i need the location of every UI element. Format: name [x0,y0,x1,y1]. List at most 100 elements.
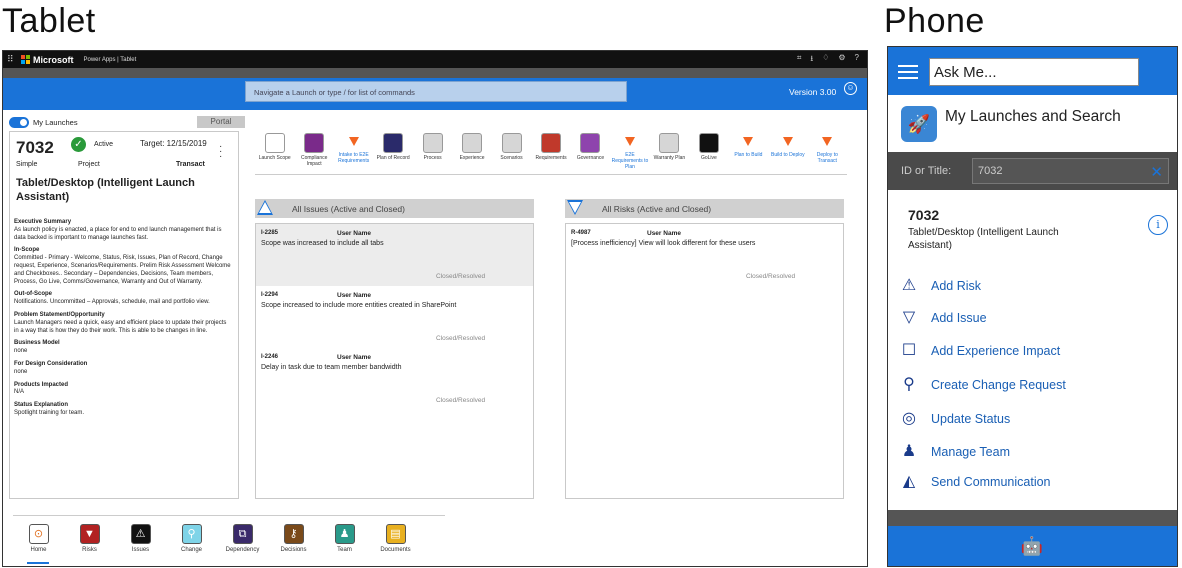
action-send-communication[interactable]: ◭ Send Communication [898,471,1168,495]
info-icon[interactable]: i [1148,215,1168,235]
section-body: Spotlight training for team. [14,409,85,416]
stage-arrow-icon [743,137,754,146]
item-user: User Name [337,292,371,299]
warning-triangle-icon [257,200,273,215]
my-launches-toggle[interactable] [9,117,29,128]
version-label: Version 3.00 [789,87,837,97]
stage-launch-scope[interactable]: Launch Scope [255,131,294,171]
action-label: Add Issue [931,311,987,325]
nav-change[interactable]: ⚲ Change [166,516,217,566]
nav-label: Change [180,547,203,553]
bot-icon[interactable] [1141,64,1159,78]
stage-governance[interactable]: Governance [571,131,610,171]
launch-id: 7032 [16,138,54,157]
issue-item[interactable]: I-2285 User Name Scope was increased to in… [256,224,533,286]
stage-plan-to-build[interactable]: Plan to Build [729,131,768,171]
stage-process[interactable]: Process [413,131,452,171]
section-body: N/A [14,389,25,396]
nav-issues[interactable]: ⚠ Issues [115,516,166,566]
nav-home[interactable]: ⊙ Home [13,516,64,566]
nav-dependency[interactable]: ⧉ Dependency [217,516,268,566]
action-add-risk[interactable]: ⚠ Add Risk [898,275,1168,299]
home-icon: ⊙ [28,524,49,544]
action-update-status[interactable]: ◎ Update Status [898,408,1168,432]
stage-icon [304,133,325,153]
item-description: Scope increased to include more entities… [261,302,457,309]
risk-item[interactable]: R-4987 User Name [Process inefficiency] Vi… [566,224,843,286]
action-label: Add Experience Impact [931,344,1061,358]
microsoft-logo: Microsoft [21,55,74,65]
add-issue-icon: ▽ [902,309,916,326]
nav-label: Documents [380,547,411,553]
connect-icon[interactable]: ⌗ [797,53,802,67]
risk-down-triangle-icon [567,200,583,215]
stage-e2e-requirements-to-plan[interactable]: E2E Requirements to Plan [610,131,649,171]
stage-icon [462,133,483,153]
issue-item[interactable]: I-2294 User Name Scope increased to includ… [256,286,533,348]
item-id: I-2285 [261,230,279,236]
bell-icon[interactable]: ♢ [822,53,829,67]
nav-label: Team [337,547,352,553]
tablet-top-bar: ⠿ Microsoft Power Apps | Tablet ⌗ ⭳ ♢ ⚙? [3,51,867,68]
stage-plan-of-record[interactable]: Plan of Record [373,131,412,171]
nav-risks[interactable]: ▼ Risks [64,516,115,566]
stage-label: Warranty Plan [653,155,686,161]
tablet-heading: Tablet [2,2,96,40]
tablet-header: Navigate a Launch or type / for list of … [3,78,867,110]
hamburger-menu-icon[interactable] [898,65,918,83]
action-add-experience-impact[interactable]: ☐ Add Experience Impact [898,340,1168,364]
item-description: Delay in task due to team member bandwid… [261,364,402,371]
nav-team[interactable]: ♟ Team [319,516,370,566]
nav-label: Dependency [225,547,260,553]
issues-header: All Issues (Active and Closed) [255,199,534,218]
stage-requirements[interactable]: Requirements [531,131,570,171]
item-user: User Name [647,230,681,237]
stage-experience[interactable]: Experience [452,131,491,171]
filter-input[interactable]: 7032 ✕ [972,158,1169,184]
documents-icon: ▤ [385,524,406,544]
action-add-issue[interactable]: ▽ Add Issue [898,307,1168,331]
id-title-filter: ID or Title: 7032 ✕ [888,152,1177,190]
help-icon[interactable]: ? [855,53,859,67]
issues-icon: ⚠ [130,524,151,544]
settings-icon[interactable]: ⚙ [838,53,845,67]
feedback-smile-icon[interactable]: ☺ [844,82,857,95]
stage-label: Requirements [535,155,567,161]
send-communication-icon: ◭ [902,473,916,490]
stage-deploy-to-transact[interactable]: Deploy to Transact [808,131,847,171]
action-manage-team[interactable]: ♟ Manage Team [898,441,1168,465]
stage-intake-to-e2e-requirements[interactable]: Intake to E2E Requirements [334,131,373,171]
risks-header: All Risks (Active and Closed) [565,199,844,218]
section-body: none [14,368,28,375]
nav-documents[interactable]: ▤ Documents [370,516,421,566]
portal-button[interactable]: Portal [197,116,245,128]
item-status: Closed/Resolved [746,273,796,280]
action-create-change-request[interactable]: ⚲ Create Change Request [898,374,1168,398]
phone-frame: Ask Me... 🚀 My Launches and Search ID or… [887,46,1178,567]
section-body: none [14,348,28,355]
bot-assistant-icon[interactable]: 🤖 [1019,533,1045,559]
clear-icon[interactable]: ✕ [1150,163,1163,181]
ask-me-input[interactable]: Ask Me... [929,58,1139,86]
command-search-input[interactable]: Navigate a Launch or type / for list of … [245,81,627,102]
stage-arrow-icon [822,137,833,146]
app-launcher-icon[interactable]: ⠿ [7,54,21,65]
microsoft-squares-icon [21,55,30,64]
phone-top-bar: Ask Me... [888,47,1177,95]
stage-golive[interactable]: GoLive [689,131,728,171]
section-heading: In-Scope [14,247,40,254]
more-options-icon[interactable]: · · · [219,142,222,162]
stage-scenarios[interactable]: Scenarios [492,131,531,171]
stage-compliance-impact[interactable]: Compliance Impact [294,131,333,171]
nav-decisions[interactable]: ⚷ Decisions [268,516,319,566]
stage-build-to-deploy[interactable]: Build to Deploy [768,131,807,171]
launch-stage: Transact [176,161,205,168]
stage-icon [580,133,601,153]
add-experience-impact-icon: ☐ [901,342,917,359]
stage-label: Plan to Build [734,152,763,158]
download-icon[interactable]: ⭳ [810,53,813,67]
issue-item[interactable]: I-2246 User Name Delay in task due to team… [256,348,533,410]
launch-size: Simple [16,161,38,168]
stage-warranty-plan[interactable]: Warranty Plan [650,131,689,171]
launch-status: Active [94,141,114,148]
